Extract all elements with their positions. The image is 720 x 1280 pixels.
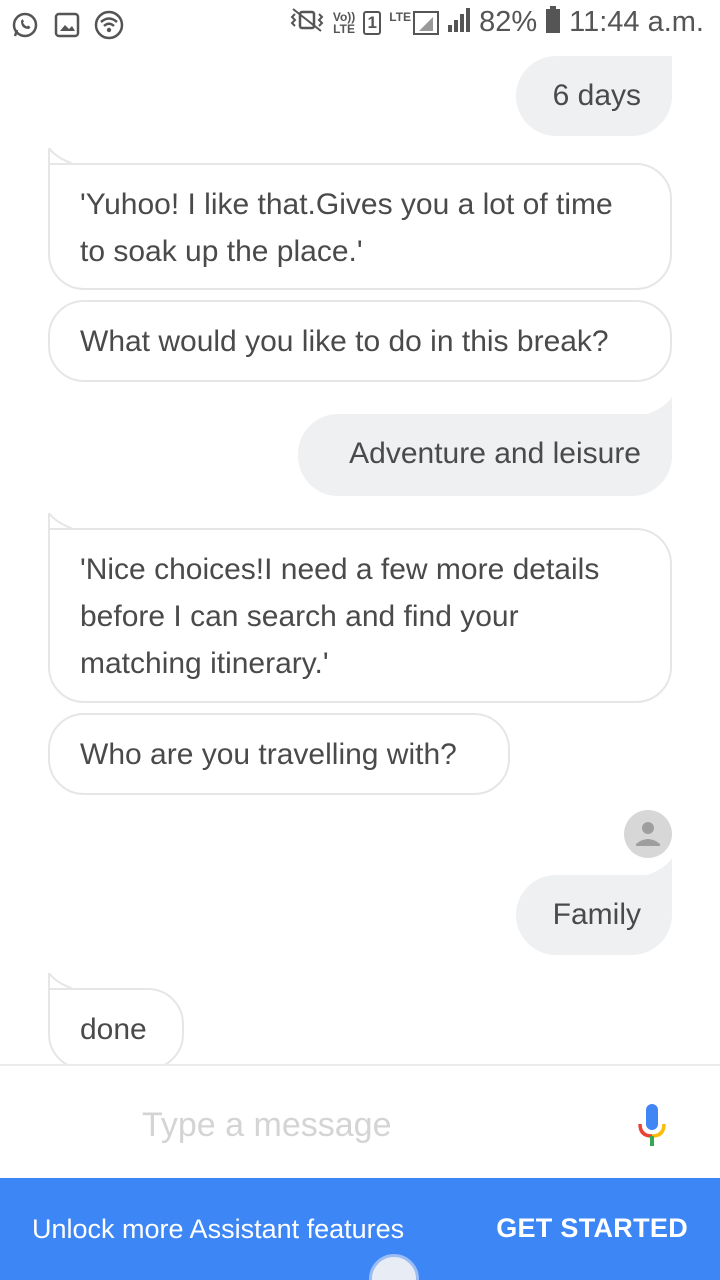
sim-slot-indicator: 1 (363, 10, 382, 35)
vibrate-icon (289, 7, 325, 38)
promo-text: Unlock more Assistant features (32, 1214, 405, 1244)
message-text: Who are you travelling with? (80, 738, 457, 771)
status-bar: Vo)) LTE 1 LTE 82% 11:44 a.m. (0, 0, 720, 50)
assistant-message: 'Yuhoo! I like that.Gives you a lot of t… (48, 163, 672, 290)
message-text: done (80, 1013, 147, 1046)
user-message: Family (516, 875, 672, 955)
lte-indicator: LTE (389, 10, 440, 35)
user-message: 6 days (516, 56, 672, 136)
message-text: 6 days (552, 79, 641, 112)
battery-percent: 82% (479, 6, 538, 38)
bubble-tail (644, 858, 672, 876)
assistant-message: Who are you travelling with? (48, 713, 510, 795)
user-avatar-icon (624, 810, 672, 858)
message-text: 'Yuhoo! I like that.Gives you a lot of t… (80, 188, 613, 268)
get-started-button[interactable]: GET STARTED (496, 1213, 688, 1244)
message-text: What would you like to do in this break? (80, 325, 609, 358)
gallery-icon (52, 10, 82, 40)
wifi-icon (94, 10, 124, 40)
battery-icon (545, 6, 561, 39)
clock: 11:44 a.m. (569, 6, 704, 38)
whatsapp-icon (10, 10, 40, 40)
microphone-icon[interactable] (632, 1102, 672, 1150)
chat-transcript[interactable]: 6 days 'Yuhoo! I like that.Gives you a l… (0, 50, 720, 1064)
volte-indicator: Vo)) LTE (332, 9, 356, 36)
message-composer (0, 1064, 720, 1178)
message-input[interactable] (142, 1102, 582, 1148)
assistant-message: What would you like to do in this break? (48, 300, 672, 382)
bubble-tail (644, 397, 672, 415)
assistant-message: 'Nice choices!I need a few more details … (48, 528, 672, 703)
message-text: Family (552, 898, 641, 931)
assistant-orb-icon (369, 1254, 419, 1280)
assistant-message: done (48, 988, 184, 1064)
user-message: Adventure and leisure (298, 414, 672, 496)
message-text: Adventure and leisure (349, 437, 641, 470)
message-text: 'Nice choices!I need a few more details … (80, 553, 600, 680)
signal-icon (447, 7, 471, 38)
assistant-promo-banner: Unlock more Assistant features GET START… (0, 1178, 720, 1280)
